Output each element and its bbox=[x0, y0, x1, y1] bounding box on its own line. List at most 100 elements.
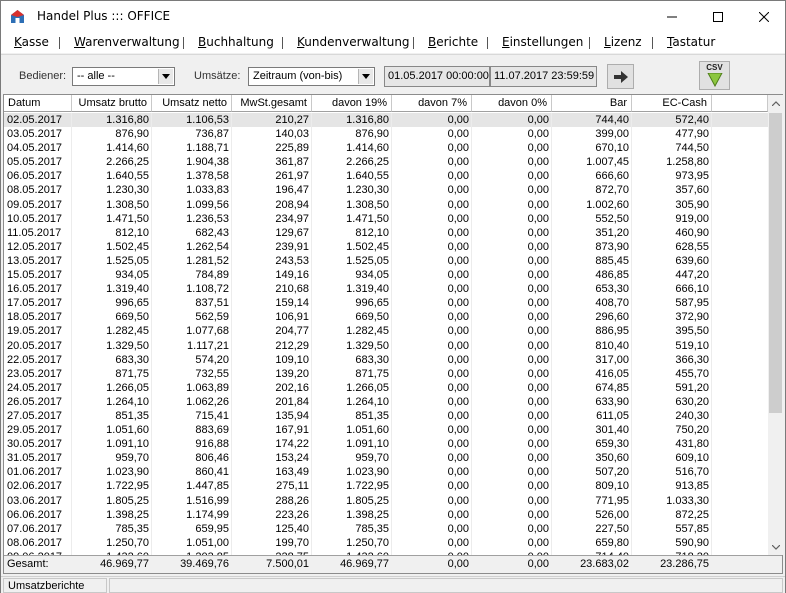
umsaetze-select[interactable]: Zeitraum (von-bis) bbox=[248, 67, 375, 86]
table-row[interactable]: 13.05.2017 1.525,05 1.281,52 243,53 1.525,05… bbox=[4, 254, 768, 268]
column-header-davon-0[interactable]: davon 0% bbox=[472, 95, 552, 112]
column-header-ec-cash[interactable]: EC-Cash bbox=[632, 95, 712, 112]
cell-davon-7: 0,00 bbox=[447, 114, 469, 126]
cell-datum: 23.05.2017 bbox=[7, 367, 63, 380]
column-header-mwst-gesamt[interactable]: MwSt.gesamt bbox=[232, 95, 312, 112]
cell-datum: 10.05.2017 bbox=[7, 212, 63, 225]
menu-berichte[interactable]: Berichte bbox=[428, 35, 478, 49]
cell-davon-19: 1.398,25 bbox=[346, 508, 389, 521]
apply-button[interactable] bbox=[607, 64, 634, 89]
column-header-datum[interactable]: Datum bbox=[4, 95, 72, 112]
table-row[interactable]: 03.05.2017 876,90 736,87 140,03 876,90 0,00 0,… bbox=[4, 127, 768, 141]
table-row[interactable]: 27.05.2017 851,35 715,41 135,94 851,35 0,00 0,… bbox=[4, 409, 768, 423]
cell-datum: 07.06.2017 bbox=[7, 522, 63, 535]
table-row[interactable]: 01.06.2017 1.023,90 860,41 163,49 1.023,90 0,… bbox=[4, 465, 768, 479]
cell-davon-7: 0,00 bbox=[447, 466, 469, 479]
table-row[interactable]: 02.06.2017 1.722,95 1.447,85 275,11 1.722,95… bbox=[4, 479, 768, 493]
cell-umsatz-netto: 883,69 bbox=[195, 424, 229, 437]
cell-davon-19: 1.051,60 bbox=[346, 424, 389, 437]
cell-davon-19: 2.266,25 bbox=[346, 156, 389, 169]
cell-datum: 29.05.2017 bbox=[7, 424, 63, 437]
table-row[interactable]: 08.05.2017 1.230,30 1.033,83 196,47 1.230,30… bbox=[4, 183, 768, 197]
date-from-field[interactable]: 01.05.2017 00:00:00 bbox=[384, 66, 490, 87]
cell-ec-cash: 305,90 bbox=[675, 198, 709, 211]
menu-einstellungen[interactable]: Einstellungen bbox=[502, 35, 583, 49]
cell-davon-0: 0,00 bbox=[527, 325, 549, 338]
date-to-field[interactable]: 11.07.2017 23:59:59 bbox=[490, 66, 597, 87]
menu-buchhaltung[interactable]: Buchhaltung bbox=[198, 35, 274, 49]
cell-davon-7: 0,00 bbox=[447, 269, 469, 282]
cell-davon-19: 1.316,80 bbox=[346, 114, 389, 126]
cell-bar: 809,10 bbox=[595, 480, 629, 493]
table-row[interactable]: 18.05.2017 669,50 562,59 106,91 669,50 0,00 0,… bbox=[4, 310, 768, 324]
menu-tastatur[interactable]: Tastatur bbox=[667, 35, 715, 49]
table-row[interactable]: 31.05.2017 959,70 806,46 153,24 959,70 0,00 0,… bbox=[4, 451, 768, 465]
table-row[interactable]: 15.05.2017 934,05 784,89 149,16 934,05 0,00 0,… bbox=[4, 268, 768, 282]
table-row[interactable]: 23.05.2017 871,75 732,55 139,20 871,75 0,00 0,… bbox=[4, 367, 768, 381]
table-row[interactable]: 06.06.2017 1.398,25 1.174,99 223,26 1.398,25… bbox=[4, 508, 768, 522]
total-davon-7: 0,00 bbox=[447, 558, 469, 570]
scroll-up-button[interactable] bbox=[768, 95, 783, 111]
table-row[interactable]: 07.06.2017 785,35 659,95 125,40 785,35 0,00 0,… bbox=[4, 522, 768, 536]
table-row[interactable]: 09.05.2017 1.308,50 1.099,56 208,94 1.308,50… bbox=[4, 198, 768, 212]
menu-bar: Kasse Warenverwaltung Buchhaltung Kunden… bbox=[1, 32, 785, 53]
cell-mwst-gesamt: 199,70 bbox=[275, 536, 309, 549]
table-row[interactable]: 26.05.2017 1.264,10 1.062,26 201,84 1.264,10… bbox=[4, 395, 768, 409]
table-row[interactable]: 05.05.2017 2.266,25 1.904,38 361,87 2.266,25… bbox=[4, 155, 768, 169]
cell-davon-0: 0,00 bbox=[527, 142, 549, 155]
cell-ec-cash: 357,60 bbox=[675, 184, 709, 197]
cell-ec-cash: 1.258,80 bbox=[666, 156, 709, 169]
table-row[interactable]: 16.05.2017 1.319,40 1.108,72 210,68 1.319,40… bbox=[4, 282, 768, 296]
menu-kundenverwaltung[interactable]: Kundenverwaltung bbox=[297, 35, 410, 49]
cell-davon-7: 0,00 bbox=[447, 128, 469, 141]
cell-davon-19: 785,35 bbox=[355, 522, 389, 535]
menu-warenverwaltung[interactable]: Warenverwaltung bbox=[74, 35, 180, 49]
table-row[interactable]: 12.05.2017 1.502,45 1.262,54 239,91 1.502,45… bbox=[4, 240, 768, 254]
table-row[interactable]: 19.05.2017 1.282,45 1.077,68 204,77 1.282,45… bbox=[4, 324, 768, 338]
cell-davon-7: 0,00 bbox=[447, 297, 469, 310]
table-row[interactable]: 11.05.2017 812,10 682,43 129,67 812,10 0,00 0,… bbox=[4, 226, 768, 240]
table-row[interactable]: 30.05.2017 1.091,10 916,88 174,22 1.091,10 0,… bbox=[4, 437, 768, 451]
cell-ec-cash: 750,20 bbox=[675, 424, 709, 437]
column-header-davon-19[interactable]: davon 19% bbox=[312, 95, 392, 112]
column-header-bar[interactable]: Bar bbox=[552, 95, 632, 112]
column-header-umsatz-netto[interactable]: Umsatz netto bbox=[152, 95, 232, 112]
menu-lizenz[interactable]: Lizenz bbox=[604, 35, 642, 49]
table-row[interactable]: 22.05.2017 683,30 574,20 109,10 683,30 0,00 0,… bbox=[4, 353, 768, 367]
minimize-icon bbox=[667, 16, 677, 17]
bediener-select[interactable]: -- alle -- bbox=[72, 67, 175, 86]
table-row[interactable]: 17.05.2017 996,65 837,51 159,14 996,65 0,00 0,… bbox=[4, 296, 768, 310]
scroll-thumb[interactable] bbox=[769, 113, 782, 413]
cell-mwst-gesamt: 140,03 bbox=[275, 128, 309, 141]
table-row[interactable]: 04.05.2017 1.414,60 1.188,71 225,89 1.414,60… bbox=[4, 141, 768, 155]
title-bar[interactable]: Handel Plus ::: OFFICE bbox=[1, 1, 785, 32]
cell-bar: 507,20 bbox=[595, 466, 629, 479]
column-header-davon-7[interactable]: davon 7% bbox=[392, 95, 472, 112]
cell-davon-0: 0,00 bbox=[527, 339, 549, 352]
cell-davon-7: 0,00 bbox=[447, 367, 469, 380]
vertical-scrollbar[interactable] bbox=[768, 95, 783, 555]
minimize-button[interactable] bbox=[649, 1, 695, 32]
cell-davon-0: 0,00 bbox=[527, 395, 549, 408]
cell-mwst-gesamt: 174,22 bbox=[275, 438, 309, 451]
table-row[interactable]: 02.05.2017 1.316,80 1.106,53 210,27 1.316,80… bbox=[4, 113, 768, 128]
table-row[interactable]: 10.05.2017 1.471,50 1.236,53 234,97 1.471,50… bbox=[4, 212, 768, 226]
close-button[interactable] bbox=[741, 1, 786, 32]
csv-export-button[interactable]: CSV bbox=[699, 61, 730, 90]
maximize-button[interactable] bbox=[695, 1, 741, 32]
column-header-umsatz-brutto[interactable]: Umsatz brutto bbox=[72, 95, 152, 112]
menu-kasse[interactable]: Kasse bbox=[14, 35, 49, 49]
table-row[interactable]: 20.05.2017 1.329,50 1.117,21 212,29 1.329,50… bbox=[4, 339, 768, 353]
table-row[interactable]: 24.05.2017 1.266,05 1.063,89 202,16 1.266,05… bbox=[4, 381, 768, 395]
table-row[interactable]: 08.06.2017 1.250,70 1.051,00 199,70 1.250,70… bbox=[4, 536, 768, 550]
table-row[interactable]: 29.05.2017 1.051,60 883,69 167,91 1.051,60 0,… bbox=[4, 423, 768, 437]
cell-datum: 24.05.2017 bbox=[7, 381, 63, 394]
cell-bar: 873,90 bbox=[595, 240, 629, 253]
table-row[interactable]: 06.05.2017 1.640,55 1.378,58 261,97 1.640,55… bbox=[4, 169, 768, 183]
cell-davon-19: 1.250,70 bbox=[346, 536, 389, 549]
scroll-down-button[interactable] bbox=[768, 539, 783, 555]
cell-umsatz-brutto: 1.250,70 bbox=[106, 536, 149, 549]
cell-davon-7: 0,00 bbox=[447, 283, 469, 296]
table-row[interactable]: 03.06.2017 1.805,25 1.516,99 288,26 1.805,25… bbox=[4, 494, 768, 508]
sales-report-grid[interactable]: Datum Umsatz brutto Umsatz netto MwSt.ge… bbox=[3, 94, 783, 574]
